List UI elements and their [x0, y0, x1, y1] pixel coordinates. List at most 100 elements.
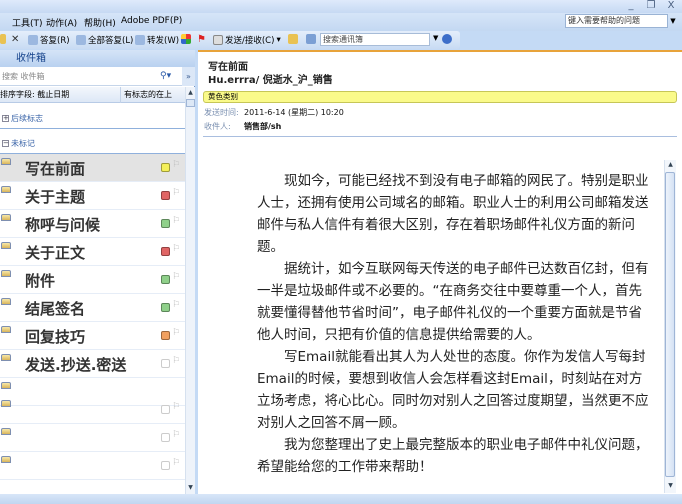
title-bar: _ ❐ X: [0, 0, 682, 13]
category-icon[interactable]: [161, 359, 170, 368]
scroll-down-icon[interactable]: ▼: [186, 484, 195, 491]
message-subject: 附件: [25, 272, 56, 290]
message-row[interactable]: 回复技巧 ⚐: [0, 322, 185, 350]
envelope-icon: [1, 214, 11, 221]
flag-icon[interactable]: ⚐: [172, 356, 180, 366]
address-search-input[interactable]: 搜索通讯簿: [320, 33, 430, 46]
send-receive-button[interactable]: 发送/接收(C) ▾: [213, 34, 281, 46]
folder-icon[interactable]: [0, 34, 6, 44]
categorize-icon[interactable]: [181, 34, 191, 44]
category-icon[interactable]: [161, 275, 170, 284]
envelope-icon: [1, 456, 11, 463]
close-button[interactable]: X: [664, 0, 678, 12]
inbox-search-input[interactable]: 搜索 收件箱: [0, 67, 182, 86]
message-subject: 结尾签名: [25, 300, 86, 318]
category-icon[interactable]: [161, 331, 170, 340]
envelope-icon: [1, 354, 11, 361]
search-icon[interactable]: ⚲▾: [160, 71, 171, 81]
flag-icon[interactable]: ⚐: [172, 272, 180, 282]
scroll-down-icon[interactable]: ▼: [665, 482, 676, 489]
message-row[interactable]: ⚐: [0, 396, 185, 424]
message-subject: 关于主题: [25, 188, 86, 206]
message-sender[interactable]: Hu.errra/ 倪逝水_沪_销售: [208, 71, 333, 86]
envelope-icon: [1, 326, 11, 333]
sent-value: 2011-6-14 (星期二) 10:20: [244, 108, 344, 117]
find-icon[interactable]: [288, 34, 298, 44]
reply-icon: [28, 35, 38, 45]
forward-icon: [135, 35, 145, 45]
envelope-icon: [1, 298, 11, 305]
delete-icon[interactable]: ✕: [11, 34, 19, 45]
envelope-icon: [1, 158, 11, 165]
sort-order[interactable]: 有标志的在上: [120, 87, 172, 103]
flag-icon[interactable]: ⚐: [172, 188, 180, 198]
envelope-icon: [1, 428, 11, 435]
category-icon[interactable]: [161, 163, 170, 172]
flag-icon[interactable]: ⚐: [172, 430, 180, 440]
category-icon[interactable]: [161, 219, 170, 228]
reply-all-button[interactable]: 全部答复(L): [76, 34, 133, 46]
category-icon[interactable]: [161, 405, 170, 414]
message-row[interactable]: 发送.抄送.密送 ⚐: [0, 350, 185, 378]
help-dropdown-icon[interactable]: ▼: [668, 14, 678, 28]
message-row[interactable]: ⚐: [0, 424, 185, 452]
to-value[interactable]: 销售部/sh: [244, 121, 281, 132]
address-book-icon[interactable]: [306, 34, 316, 44]
menu-actions[interactable]: 动作(A): [46, 16, 77, 29]
category-icon[interactable]: [161, 191, 170, 200]
message-body: 现如今，可能已经找不到没有电子邮箱的网民了。特别是职业人士，还拥有使用公司域名的…: [257, 170, 652, 478]
envelope-icon: [1, 400, 11, 407]
inbox-header: 收件箱: [0, 50, 195, 67]
forward-label: 转发(W): [147, 36, 180, 46]
message-row[interactable]: 结尾签名 ⚐: [0, 294, 185, 322]
flag-icon[interactable]: ⚐: [172, 458, 180, 468]
message-row[interactable]: 关于正文 ⚐: [0, 238, 185, 266]
message-subject: 写在前面: [25, 160, 86, 178]
scroll-thumb[interactable]: [186, 99, 195, 107]
sort-header[interactable]: 排序字段: 截止日期 有标志的在上: [0, 87, 185, 103]
reply-button[interactable]: 答复(R): [28, 34, 70, 46]
collapse-icon[interactable]: −: [2, 140, 9, 147]
message-row[interactable]: 附件 ⚐: [0, 266, 185, 294]
address-dropdown-icon[interactable]: ▼: [433, 34, 438, 42]
message-row[interactable]: ⚐: [0, 452, 185, 480]
expand-search-icon[interactable]: »: [182, 67, 195, 86]
help-search-input[interactable]: 键入需要帮助的问题: [565, 14, 668, 28]
category-icon[interactable]: [161, 433, 170, 442]
menu-adobe-pdf[interactable]: Adobe PDF(P): [121, 16, 182, 26]
message-subject: 关于正文: [25, 244, 86, 262]
flag-icon[interactable]: ⚐: [172, 160, 180, 170]
menu-tools[interactable]: 工具(T): [12, 16, 43, 29]
group-unflagged[interactable]: − 未标记: [0, 134, 185, 154]
scroll-up-icon[interactable]: ▲: [186, 89, 195, 96]
scroll-up-icon[interactable]: ▲: [665, 161, 676, 168]
category-bar: 黄色类别: [203, 91, 677, 103]
message-subject: 发送.抄送.密送: [25, 356, 127, 374]
flag-icon[interactable]: ⚐: [172, 300, 180, 310]
expand-icon[interactable]: +: [2, 115, 9, 122]
help-icon[interactable]: [442, 34, 452, 44]
sort-field[interactable]: 排序字段: 截止日期: [0, 90, 69, 99]
forward-button[interactable]: 转发(W): [135, 34, 179, 46]
reply-all-label: 全部答复(L): [88, 36, 134, 46]
group-flagged[interactable]: + 后续标志: [0, 109, 185, 129]
message-row[interactable]: 写在前面 ⚐: [0, 154, 185, 182]
message-list-scrollbar[interactable]: ▲ ▼: [185, 87, 195, 494]
flag-icon[interactable]: ⚐: [172, 328, 180, 338]
minimize-button[interactable]: _: [624, 0, 638, 12]
message-row[interactable]: 关于主题 ⚐: [0, 182, 185, 210]
category-icon[interactable]: [161, 303, 170, 312]
body-paragraph: 写Email就能看出其人为人处世的态度。你作为发信人写每封Email的时候，要想…: [257, 349, 649, 431]
flag-icon[interactable]: ⚑: [197, 34, 206, 45]
category-icon[interactable]: [161, 461, 170, 470]
body-paragraph: 我为您整理出了史上最完整版本的职业电子邮件中礼仪问题，希望能给您的工作带来帮助！: [257, 437, 649, 475]
menu-help[interactable]: 帮助(H): [84, 16, 116, 29]
group-label: 未标记: [11, 139, 35, 148]
message-row[interactable]: 称呼与问候 ⚐: [0, 210, 185, 238]
flag-icon[interactable]: ⚐: [172, 402, 180, 412]
flag-icon[interactable]: ⚐: [172, 244, 180, 254]
flag-icon[interactable]: ⚐: [172, 216, 180, 226]
scroll-thumb[interactable]: [665, 172, 675, 477]
category-icon[interactable]: [161, 247, 170, 256]
restore-button[interactable]: ❐: [644, 0, 658, 12]
